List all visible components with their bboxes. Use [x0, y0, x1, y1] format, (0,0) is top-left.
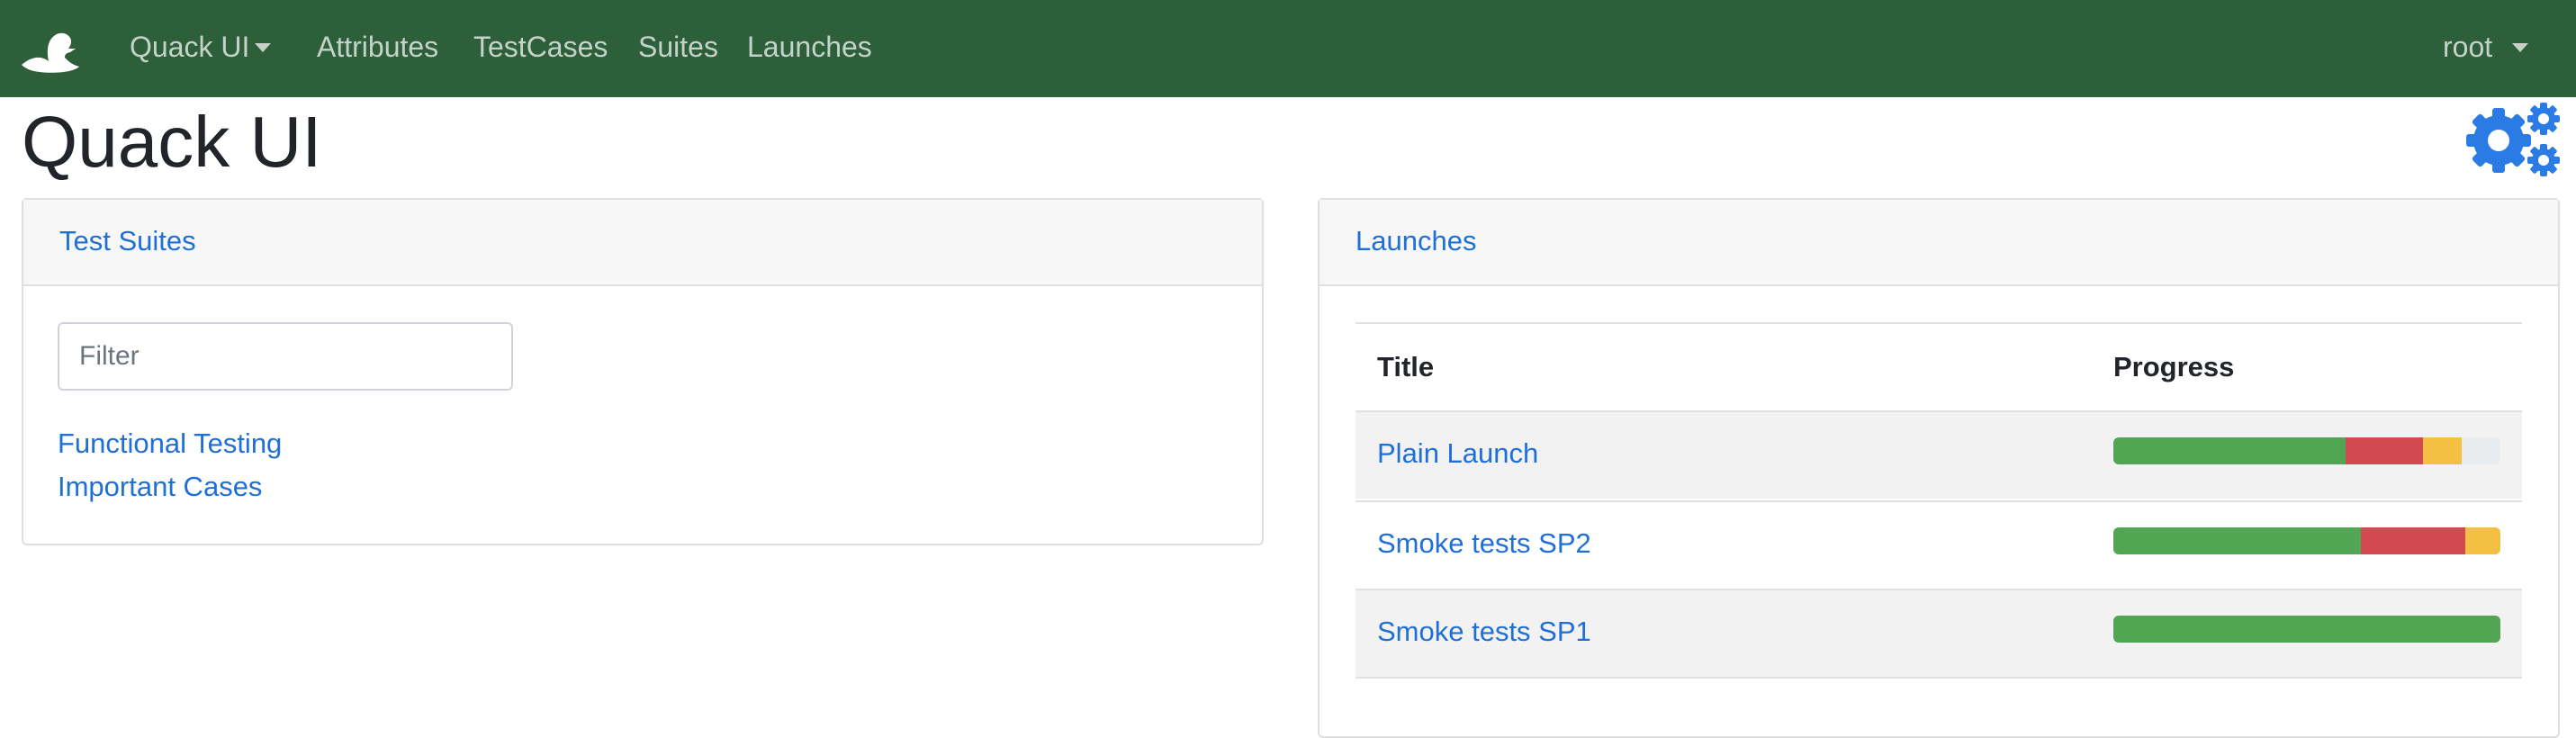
launch-link[interactable]: Smoke tests SP1 [1377, 612, 1591, 652]
nav-link-suites[interactable]: Suites [638, 27, 718, 67]
nav-brand-menu-label: Quack UI [130, 31, 250, 63]
column-header-progress: Progress [2113, 351, 2235, 382]
progress-bar [2113, 437, 2500, 464]
launch-link[interactable]: Smoke tests SP2 [1377, 524, 1591, 563]
caret-down-icon [2512, 42, 2529, 52]
progress-bar [2113, 616, 2500, 643]
progress-passed [2113, 616, 2500, 643]
launches-header-link[interactable]: Launches [1356, 223, 1476, 259]
suite-link-functional-testing[interactable]: Functional Testing [58, 423, 282, 464]
user-name: root [2443, 31, 2493, 63]
nav-brand-menu[interactable]: Quack UI [130, 27, 272, 67]
launches-table [1356, 322, 2522, 324]
table-row: Smoke tests SP2 [1356, 500, 2522, 587]
launch-link[interactable]: Plain Launch [1377, 434, 1538, 473]
progress-passed [2113, 527, 2362, 554]
table-row: Smoke tests SP1 [1356, 589, 2522, 679]
page-title: Quack UI [22, 102, 322, 182]
test-suites-header-link[interactable]: Test Suites [59, 223, 196, 259]
nav-link-attributes[interactable]: Attributes [317, 27, 438, 67]
user-menu[interactable]: root [2443, 27, 2529, 67]
table-row: Plain Launch [1356, 412, 2522, 499]
nav-link-launches[interactable]: Launches [747, 27, 872, 67]
progress-failed [2346, 437, 2423, 464]
launches-card-header: Launches [1320, 200, 2558, 286]
progress-failed [2361, 527, 2466, 554]
progress-bar [2113, 527, 2500, 554]
gears-icon[interactable] [2466, 99, 2562, 182]
suites-filter-input[interactable] [58, 322, 513, 391]
test-suites-card-header: Test Suites [23, 200, 1262, 286]
top-navbar: Quack UI Attributes TestCases Suites Lau… [0, 0, 2576, 97]
nav-link-testcases[interactable]: TestCases [473, 27, 608, 67]
caret-down-icon [255, 42, 272, 52]
progress-skipped [2465, 527, 2500, 554]
progress-skipped [2423, 437, 2462, 464]
column-header-title: Title [1377, 351, 1435, 382]
progress-passed [2113, 437, 2346, 464]
duck-logo-icon[interactable] [20, 29, 83, 76]
suite-link-important-cases[interactable]: Important Cases [58, 466, 262, 508]
